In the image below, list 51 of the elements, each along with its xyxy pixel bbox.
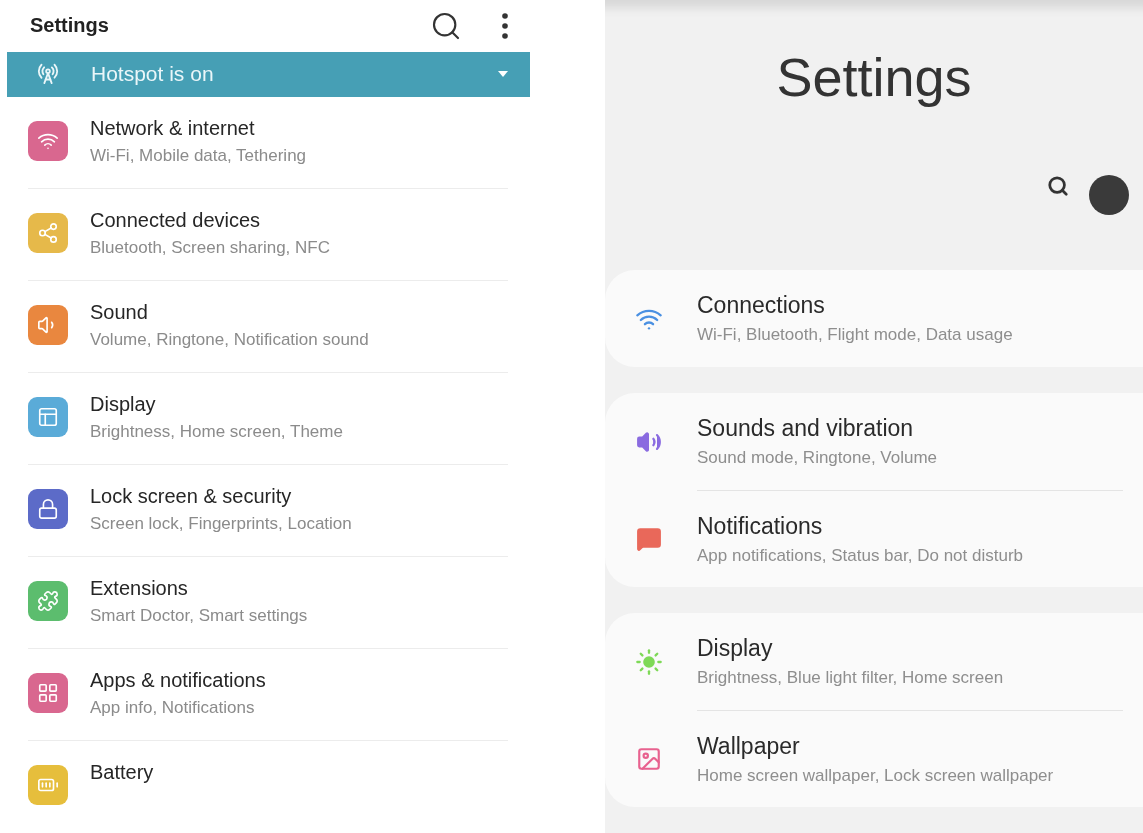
item-title: Sound [90, 301, 149, 324]
item-title: Display [90, 393, 157, 416]
search-button[interactable] [1047, 175, 1069, 198]
item-subtitle: Brightness, Blue light filter, Home screen [697, 668, 1005, 688]
item-title: Sounds and vibration [697, 415, 915, 442]
more-menu-button[interactable] [502, 12, 508, 39]
item-subtitle: Sound mode, Ringtone, Volume [697, 448, 939, 468]
settings-item[interactable]: Apps & notifications App info, Notifications [28, 649, 508, 741]
item-title: Notifications [697, 512, 824, 540]
screen-title: Settings [775, 46, 973, 109]
settings-item[interactable]: Sound Volume, Ringtone, Notification sound [28, 281, 508, 373]
sun-icon [635, 647, 663, 676]
item-title: Apps & notifications [90, 669, 266, 692]
notification-icon [636, 525, 662, 552]
item-title: Display [697, 635, 774, 662]
item-subtitle: App info, Notifications [90, 698, 256, 718]
item-title: Network & internet [90, 117, 256, 140]
settings-item[interactable]: Notifications App notifications, Status bar, Do not disturb [605, 490, 1143, 587]
item-subtitle: App notifications, Status bar, Do not disturb [697, 545, 1025, 566]
item-title: Connections [697, 292, 826, 319]
settings-item[interactable]: Wallpaper Home screen wallpaper, Lock screen wallpaper [605, 710, 1143, 807]
settings-item[interactable]: Display Brightness, Blue light filter, Home screen [605, 613, 1143, 710]
item-subtitle: Wi-Fi, Mobile data, Tethering [90, 146, 307, 166]
settings-item[interactable]: Sounds and vibration Sound mode, Ringtone, Volume [605, 393, 1143, 490]
item-subtitle: Brightness, Home screen, Theme [90, 422, 343, 442]
item-subtitle: Wi-Fi, Bluetooth, Flight mode, Data usage [697, 325, 1014, 345]
settings-item[interactable]: Extensions Smart Doctor, Smart settings [28, 557, 508, 649]
dropdown-caret-icon [498, 71, 508, 78]
item-subtitle: Smart Doctor, Smart settings [90, 606, 308, 626]
item-title: Extensions [90, 577, 189, 600]
item-subtitle: Volume, Ringtone, Notification sound [90, 330, 369, 350]
settings-item[interactable]: Network & internet Wi-Fi, Mobile data, Tethering [28, 97, 508, 189]
search-icon [1047, 175, 1069, 198]
settings-item[interactable]: Battery [28, 741, 508, 833]
item-subtitle: Home screen wallpaper, Lock screen wallpaper [697, 765, 1055, 786]
item-title: Battery [90, 761, 154, 784]
settings-item[interactable]: Connected devices Bluetooth, Screen sharing, NFC [28, 189, 508, 281]
settings-item[interactable]: Connections Wi-Fi, Bluetooth, Flight mode, Data usage [605, 270, 1143, 367]
settings-item[interactable]: Display Brightness, Home screen, Theme [28, 373, 508, 465]
banner-label: Hotspot is on [91, 62, 215, 87]
more-icon [502, 12, 508, 39]
item-title: Lock screen & security [90, 485, 293, 508]
item-subtitle: Screen lock, Fingerprints, Location [90, 514, 352, 534]
item-subtitle: Bluetooth, Screen sharing, NFC [90, 238, 330, 258]
image-icon [636, 745, 662, 772]
item-title: Wallpaper [697, 732, 801, 760]
settings-item[interactable]: Lock screen & security Screen lock, Fingerprints, Location [28, 465, 508, 557]
avatar[interactable] [1089, 175, 1129, 216]
hotspot-icon [37, 63, 59, 86]
item-title: Connected devices [90, 209, 262, 232]
screen-title: Settings [30, 14, 110, 38]
